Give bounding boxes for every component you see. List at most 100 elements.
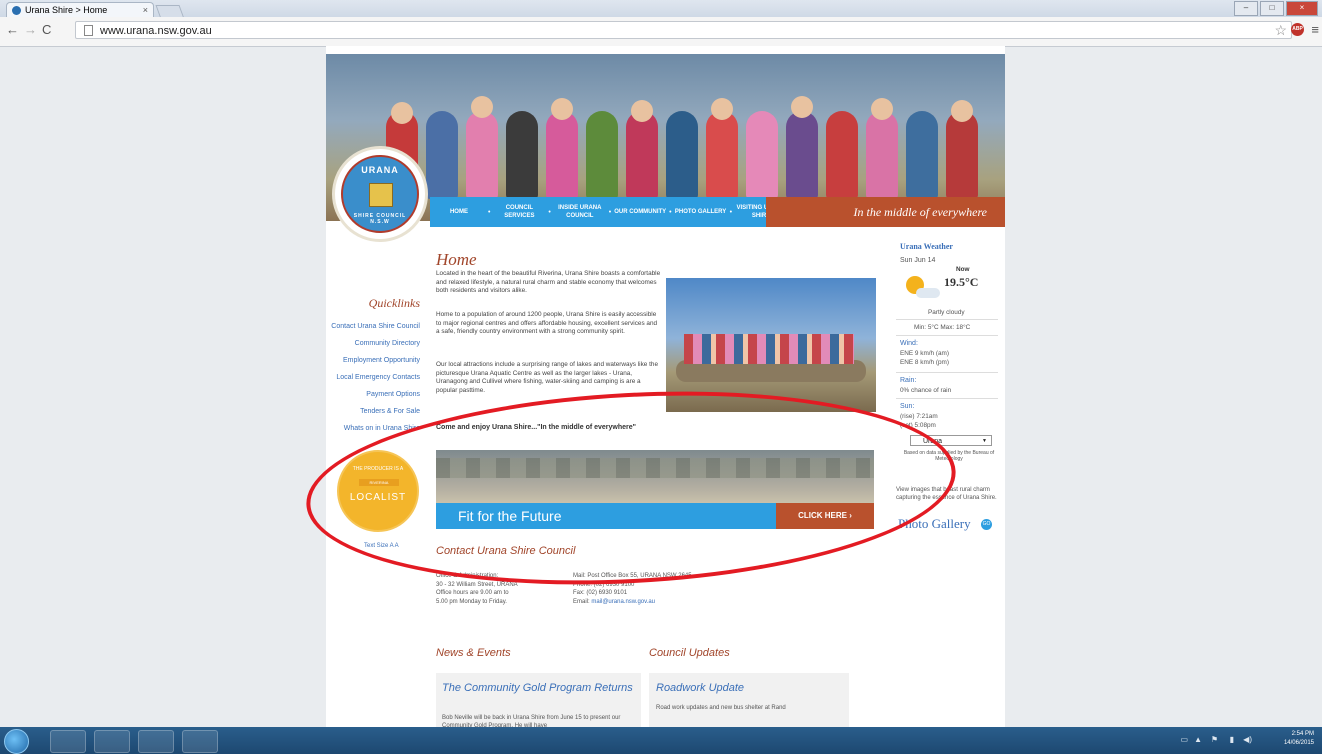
hero-figure	[866, 111, 898, 199]
attractions-paragraph: Our local attractions include a surprisi…	[436, 361, 659, 394]
hero-figure-head	[871, 98, 893, 120]
quicklink-contact[interactable]: Contact Urana Shire Council	[331, 323, 420, 330]
sunrise: (rise) 7:21am	[900, 413, 938, 420]
keyboard-icon[interactable]: ▭	[1180, 735, 1188, 744]
chrome-icon[interactable]	[138, 730, 174, 753]
quicklinks-title: Quicklinks	[368, 296, 420, 310]
go-icon[interactable]: GO	[981, 519, 992, 530]
wind-am: ENE 9 km/h (am)	[900, 350, 950, 357]
url-text: www.urana.nsw.gov.au	[100, 25, 212, 37]
volume-icon[interactable]: ◀)	[1243, 735, 1252, 744]
weather-divider	[896, 319, 998, 320]
maximize-button[interactable]: □	[1260, 1, 1284, 16]
quicklink-employment[interactable]: Employment Opportunity	[343, 357, 420, 364]
word-icon[interactable]	[182, 730, 218, 753]
weather-divider	[896, 335, 998, 336]
hero-figure-head	[391, 102, 413, 124]
web-page: URANA SHIRE COUNCIL N.S.W HOME • COUNCIL…	[326, 46, 1005, 727]
weather-title: Urana Weather	[900, 242, 953, 251]
weather-now-temp: 19.5°C	[944, 275, 979, 289]
hero-figure-head	[951, 100, 973, 122]
hero-figure	[706, 111, 738, 199]
updates-card[interactable]: Roadwork Update Road work updates and ne…	[649, 673, 849, 727]
nav-our-community[interactable]: OUR COMMUNITY	[611, 208, 669, 216]
page-icon	[84, 25, 93, 36]
browser-tab[interactable]: Urana Shire > Home ×	[6, 2, 154, 17]
address-bar[interactable]: www.urana.nsw.gov.au	[75, 21, 1292, 39]
nav-council-services[interactable]: COUNCIL SERVICES	[490, 204, 548, 220]
nav-home[interactable]: HOME	[430, 208, 488, 216]
adblock-icon[interactable]: ABP	[1291, 23, 1304, 36]
forward-icon[interactable]: →	[24, 22, 37, 37]
browser-toolbar: ← → C www.urana.nsw.gov.au	[0, 17, 1322, 47]
start-button[interactable]	[4, 729, 29, 754]
updates-title: Council Updates	[649, 647, 730, 659]
hero-figure	[506, 111, 538, 199]
hero-figure	[826, 111, 858, 199]
update-item-title[interactable]: Roadwork Update	[656, 683, 744, 694]
cloud-icon	[916, 288, 940, 298]
quicklink-community-directory[interactable]: Community Directory	[355, 340, 420, 347]
hero-figure	[786, 111, 818, 199]
hero-figure-head	[551, 98, 573, 120]
fax-number: Fax: (02) 6930 9101	[573, 590, 628, 596]
photo-children	[684, 334, 854, 364]
population-paragraph: Home to a population of around 1200 peop…	[436, 311, 658, 336]
chrome-menu-icon[interactable]: ≡	[1311, 22, 1319, 37]
weather-minmax: Min: 5°C Max: 18°C	[914, 324, 971, 331]
bookmark-star-icon[interactable]: ☆	[1274, 22, 1287, 39]
email-link[interactable]: mail@urana.nsw.gov.au	[591, 599, 655, 605]
logo-seal: URANA SHIRE COUNCIL N.S.W	[341, 155, 419, 233]
tab-close-icon[interactable]: ×	[143, 5, 148, 15]
page-title: Home	[436, 250, 477, 269]
battery-icon[interactable]: ▮	[1230, 735, 1234, 744]
hero-figure-head	[711, 98, 733, 120]
hero-figure	[586, 111, 618, 199]
wind-pm: ENE 8 km/h (pm)	[900, 359, 950, 366]
email-label: Email:	[573, 598, 592, 605]
network-icon[interactable]: ⚑	[1211, 735, 1218, 744]
logo-text: URANA	[361, 165, 399, 175]
hero-figure-head	[631, 100, 653, 122]
browser-tab-bar: Urana Shire > Home × – □ ×	[0, 0, 1322, 19]
reload-icon[interactable]: C	[42, 22, 51, 37]
logo-subtext: SHIRE COUNCIL N.S.W	[353, 213, 407, 225]
hero-figure	[666, 111, 698, 199]
weather-now-label: Now	[956, 266, 970, 273]
close-window-button[interactable]: ×	[1286, 1, 1318, 16]
news-item-text: Bob Neville will be back in Urana Shire …	[442, 715, 621, 727]
quicklink-payment-options[interactable]: Payment Options	[366, 391, 420, 398]
news-card[interactable]: The Community Gold Program Returns Bob N…	[436, 673, 641, 727]
weather-divider	[896, 398, 998, 399]
site-tagline: In the middle of everywhere	[766, 197, 1005, 227]
office-hours: Office hours are 9.00 am to	[436, 590, 509, 596]
back-icon[interactable]: ←	[6, 22, 19, 37]
wind-label: Wind:	[900, 340, 918, 347]
system-clock[interactable]: 2:54 PM 14/06/2015	[1284, 730, 1314, 748]
hero-figure	[946, 111, 978, 199]
quicklink-tenders[interactable]: Tenders & For Sale	[360, 408, 420, 415]
hero-figure	[466, 111, 498, 199]
email-line: Email: mail@urana.nsw.gov.au	[573, 598, 692, 607]
quicklink-emergency-contacts[interactable]: Local Emergency Contacts	[336, 374, 420, 381]
news-item-title[interactable]: The Community Gold Program Returns	[442, 683, 637, 694]
clock-time: 2:54 PM	[1291, 731, 1314, 737]
minimize-button[interactable]: –	[1234, 1, 1258, 16]
rain-chance: 0% chance of rain	[900, 387, 952, 394]
weather-divider	[896, 372, 998, 373]
tab-title: Urana Shire > Home	[25, 5, 108, 15]
hero-figure-head	[791, 96, 813, 118]
news-title: News & Events	[436, 647, 511, 659]
nav-inside-urana-council[interactable]: INSIDE URANA COUNCIL	[551, 204, 609, 220]
update-item-text: Road work updates and new bus shelter at…	[656, 705, 786, 711]
intro-paragraph: Located in the heart of the beautiful Ri…	[436, 270, 661, 295]
hero-figure	[626, 111, 658, 199]
clock-date: 14/06/2015	[1283, 740, 1314, 746]
windows-explorer-icon[interactable]	[50, 730, 86, 753]
show-hidden-icons-icon[interactable]: ▲	[1194, 735, 1202, 744]
media-player-icon[interactable]	[94, 730, 130, 753]
office-hours-2: 5.00 pm Monday to Friday.	[436, 598, 507, 605]
council-logo[interactable]: URANA SHIRE COUNCIL N.S.W	[332, 146, 428, 242]
rain-label: Rain:	[900, 377, 917, 384]
nav-photo-gallery[interactable]: PHOTO GALLERY	[672, 208, 730, 216]
